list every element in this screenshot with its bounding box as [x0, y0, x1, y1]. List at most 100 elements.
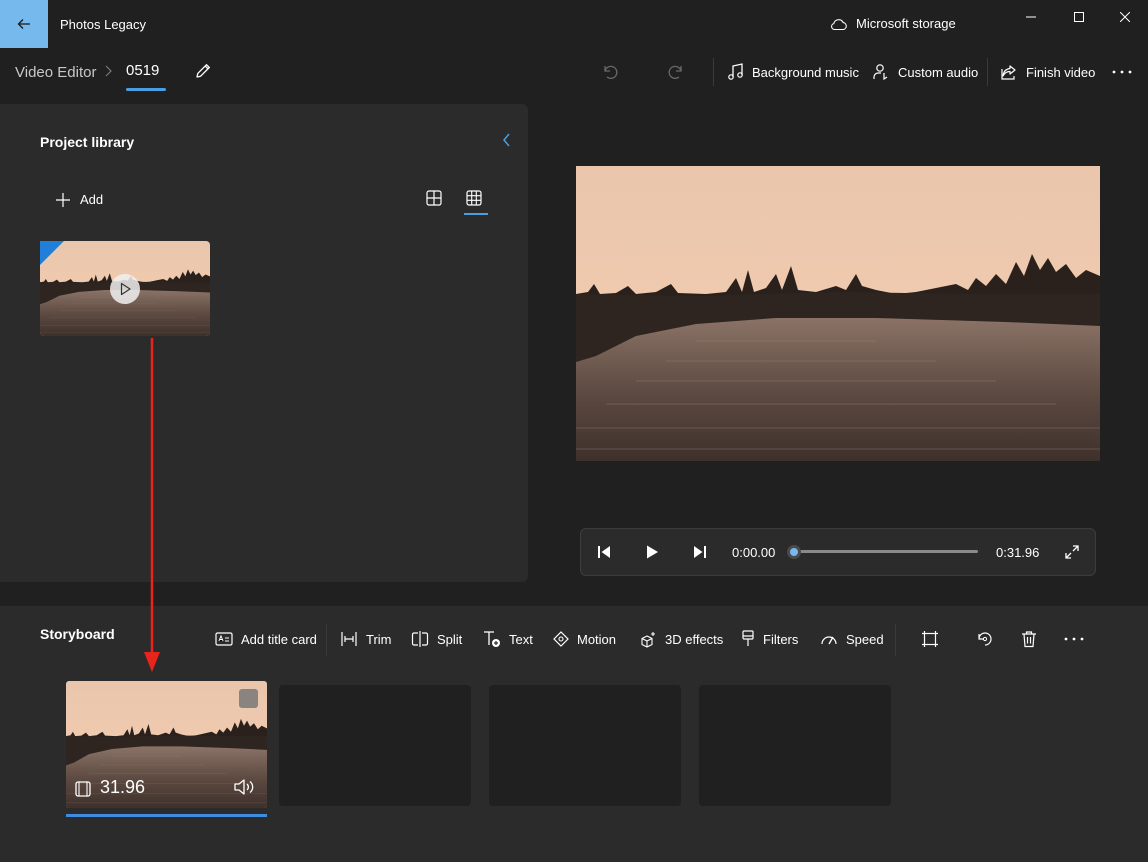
more-options-button[interactable]	[1112, 58, 1132, 86]
title-bar	[0, 0, 1148, 48]
add-title-card-button[interactable]: Add title card	[215, 628, 317, 650]
play-button[interactable]	[643, 543, 661, 561]
add-title-card-label: Add title card	[241, 631, 317, 647]
clip-duration: 31.96	[100, 777, 146, 797]
ellipsis-icon	[1064, 637, 1084, 641]
person-audio-icon	[873, 64, 888, 81]
seek-bar[interactable]	[794, 550, 978, 553]
delete-button[interactable]	[1021, 628, 1037, 650]
title-card-icon	[215, 632, 233, 646]
pencil-icon	[196, 64, 210, 78]
close-button[interactable]	[1102, 0, 1148, 34]
music-note-icon	[728, 63, 743, 80]
back-button[interactable]	[0, 0, 48, 48]
close-icon	[1120, 12, 1130, 22]
breadcrumb-video-editor[interactable]: Video Editor	[15, 64, 96, 81]
3d-effects-label: 3D effects	[665, 631, 724, 647]
fullscreen-button[interactable]	[1063, 543, 1081, 561]
minimize-icon	[1026, 16, 1036, 18]
cloud-icon	[831, 18, 847, 30]
previous-frame-button[interactable]	[595, 543, 613, 561]
speed-label: Speed	[846, 631, 884, 647]
total-time: 0:31.96	[996, 545, 1040, 560]
filters-label: Filters	[763, 631, 799, 647]
add-media-button[interactable]: Add	[56, 192, 103, 207]
motion-icon	[553, 631, 569, 647]
play-icon	[120, 282, 131, 296]
storyboard-empty-slot[interactable]	[279, 685, 471, 806]
speed-button[interactable]: Speed	[820, 628, 884, 650]
share-export-icon	[1001, 65, 1016, 80]
drag-annotation-arrow	[140, 338, 164, 672]
maximize-icon	[1074, 12, 1084, 22]
seek-thumb[interactable]	[787, 545, 801, 559]
header-divider	[987, 58, 988, 86]
custom-audio-label: Custom audio	[898, 64, 979, 80]
storage-label: Microsoft storage	[856, 16, 956, 31]
skip-forward-icon	[694, 546, 706, 558]
rotate-button[interactable]	[976, 628, 994, 650]
rename-project-button[interactable]	[193, 61, 215, 83]
rotate-icon	[978, 632, 992, 646]
header-divider	[713, 58, 714, 86]
storage-indicator[interactable]: Microsoft storage	[830, 16, 956, 31]
finish-video-label: Finish video	[1026, 64, 1096, 80]
arrow-left-icon	[17, 19, 30, 29]
background-music-button[interactable]: Background music	[728, 58, 859, 86]
undo-icon	[604, 65, 618, 80]
text-add-icon	[484, 631, 500, 647]
maximize-button[interactable]	[1056, 0, 1102, 34]
minimize-button[interactable]	[1008, 0, 1054, 34]
ellipsis-icon	[1112, 70, 1132, 74]
filters-button[interactable]: Filters	[741, 628, 798, 650]
storyboard-title: Storyboard	[40, 626, 115, 642]
chevron-right-icon	[103, 64, 113, 78]
added-to-project-marker	[40, 241, 64, 265]
video-clip-icon	[75, 781, 91, 797]
breadcrumb-project-name: 0519	[126, 62, 160, 79]
split-icon	[411, 631, 429, 647]
chevron-left-icon	[503, 133, 510, 147]
trim-button[interactable]: Trim	[340, 628, 392, 650]
storyboard-empty-slot[interactable]	[489, 685, 681, 806]
storyboard-more-button[interactable]	[1064, 628, 1084, 650]
skip-back-icon	[598, 546, 610, 558]
breadcrumb-active-indicator	[126, 88, 166, 91]
view-selected-indicator	[464, 213, 488, 215]
small-grid-view-button[interactable]	[466, 190, 482, 206]
play-icon	[647, 545, 658, 559]
expand-icon	[1065, 545, 1079, 559]
toolbar-divider	[895, 624, 896, 656]
add-media-label: Add	[80, 192, 104, 207]
project-library-title: Project library	[40, 134, 135, 150]
crop-button[interactable]	[921, 628, 939, 650]
trim-label: Trim	[366, 631, 392, 647]
split-label: Split	[437, 631, 463, 647]
large-grid-view-button[interactable]	[426, 190, 442, 206]
clip-select-checkbox[interactable]	[239, 689, 258, 708]
video-preview	[576, 166, 1100, 461]
collapse-library-button[interactable]	[500, 132, 514, 148]
plus-icon	[56, 192, 70, 207]
app-title: Photos Legacy	[60, 17, 147, 32]
undo-button[interactable]	[600, 58, 618, 86]
speedometer-icon	[821, 636, 837, 645]
text-button[interactable]: Text	[483, 628, 533, 650]
split-button[interactable]: Split	[411, 628, 462, 650]
crop-frame-icon	[922, 631, 938, 647]
redo-icon	[668, 65, 682, 80]
motion-label: Motion	[577, 631, 617, 647]
storyboard-empty-slot[interactable]	[699, 685, 891, 806]
3d-effects-button[interactable]: 3D effects	[640, 628, 723, 650]
thumbnail-play-button[interactable]	[110, 274, 140, 304]
trim-icon	[341, 632, 357, 646]
next-frame-button[interactable]	[691, 543, 709, 561]
redo-button[interactable]	[668, 58, 686, 86]
finish-video-button[interactable]: Finish video	[1000, 58, 1095, 86]
landscape-preview-image	[576, 166, 1100, 461]
speaker-icon[interactable]	[233, 778, 255, 796]
motion-button[interactable]: Motion	[553, 628, 616, 650]
background-music-label: Background music	[752, 64, 859, 80]
custom-audio-button[interactable]: Custom audio	[872, 58, 978, 86]
grid-2x2-icon	[426, 190, 442, 206]
